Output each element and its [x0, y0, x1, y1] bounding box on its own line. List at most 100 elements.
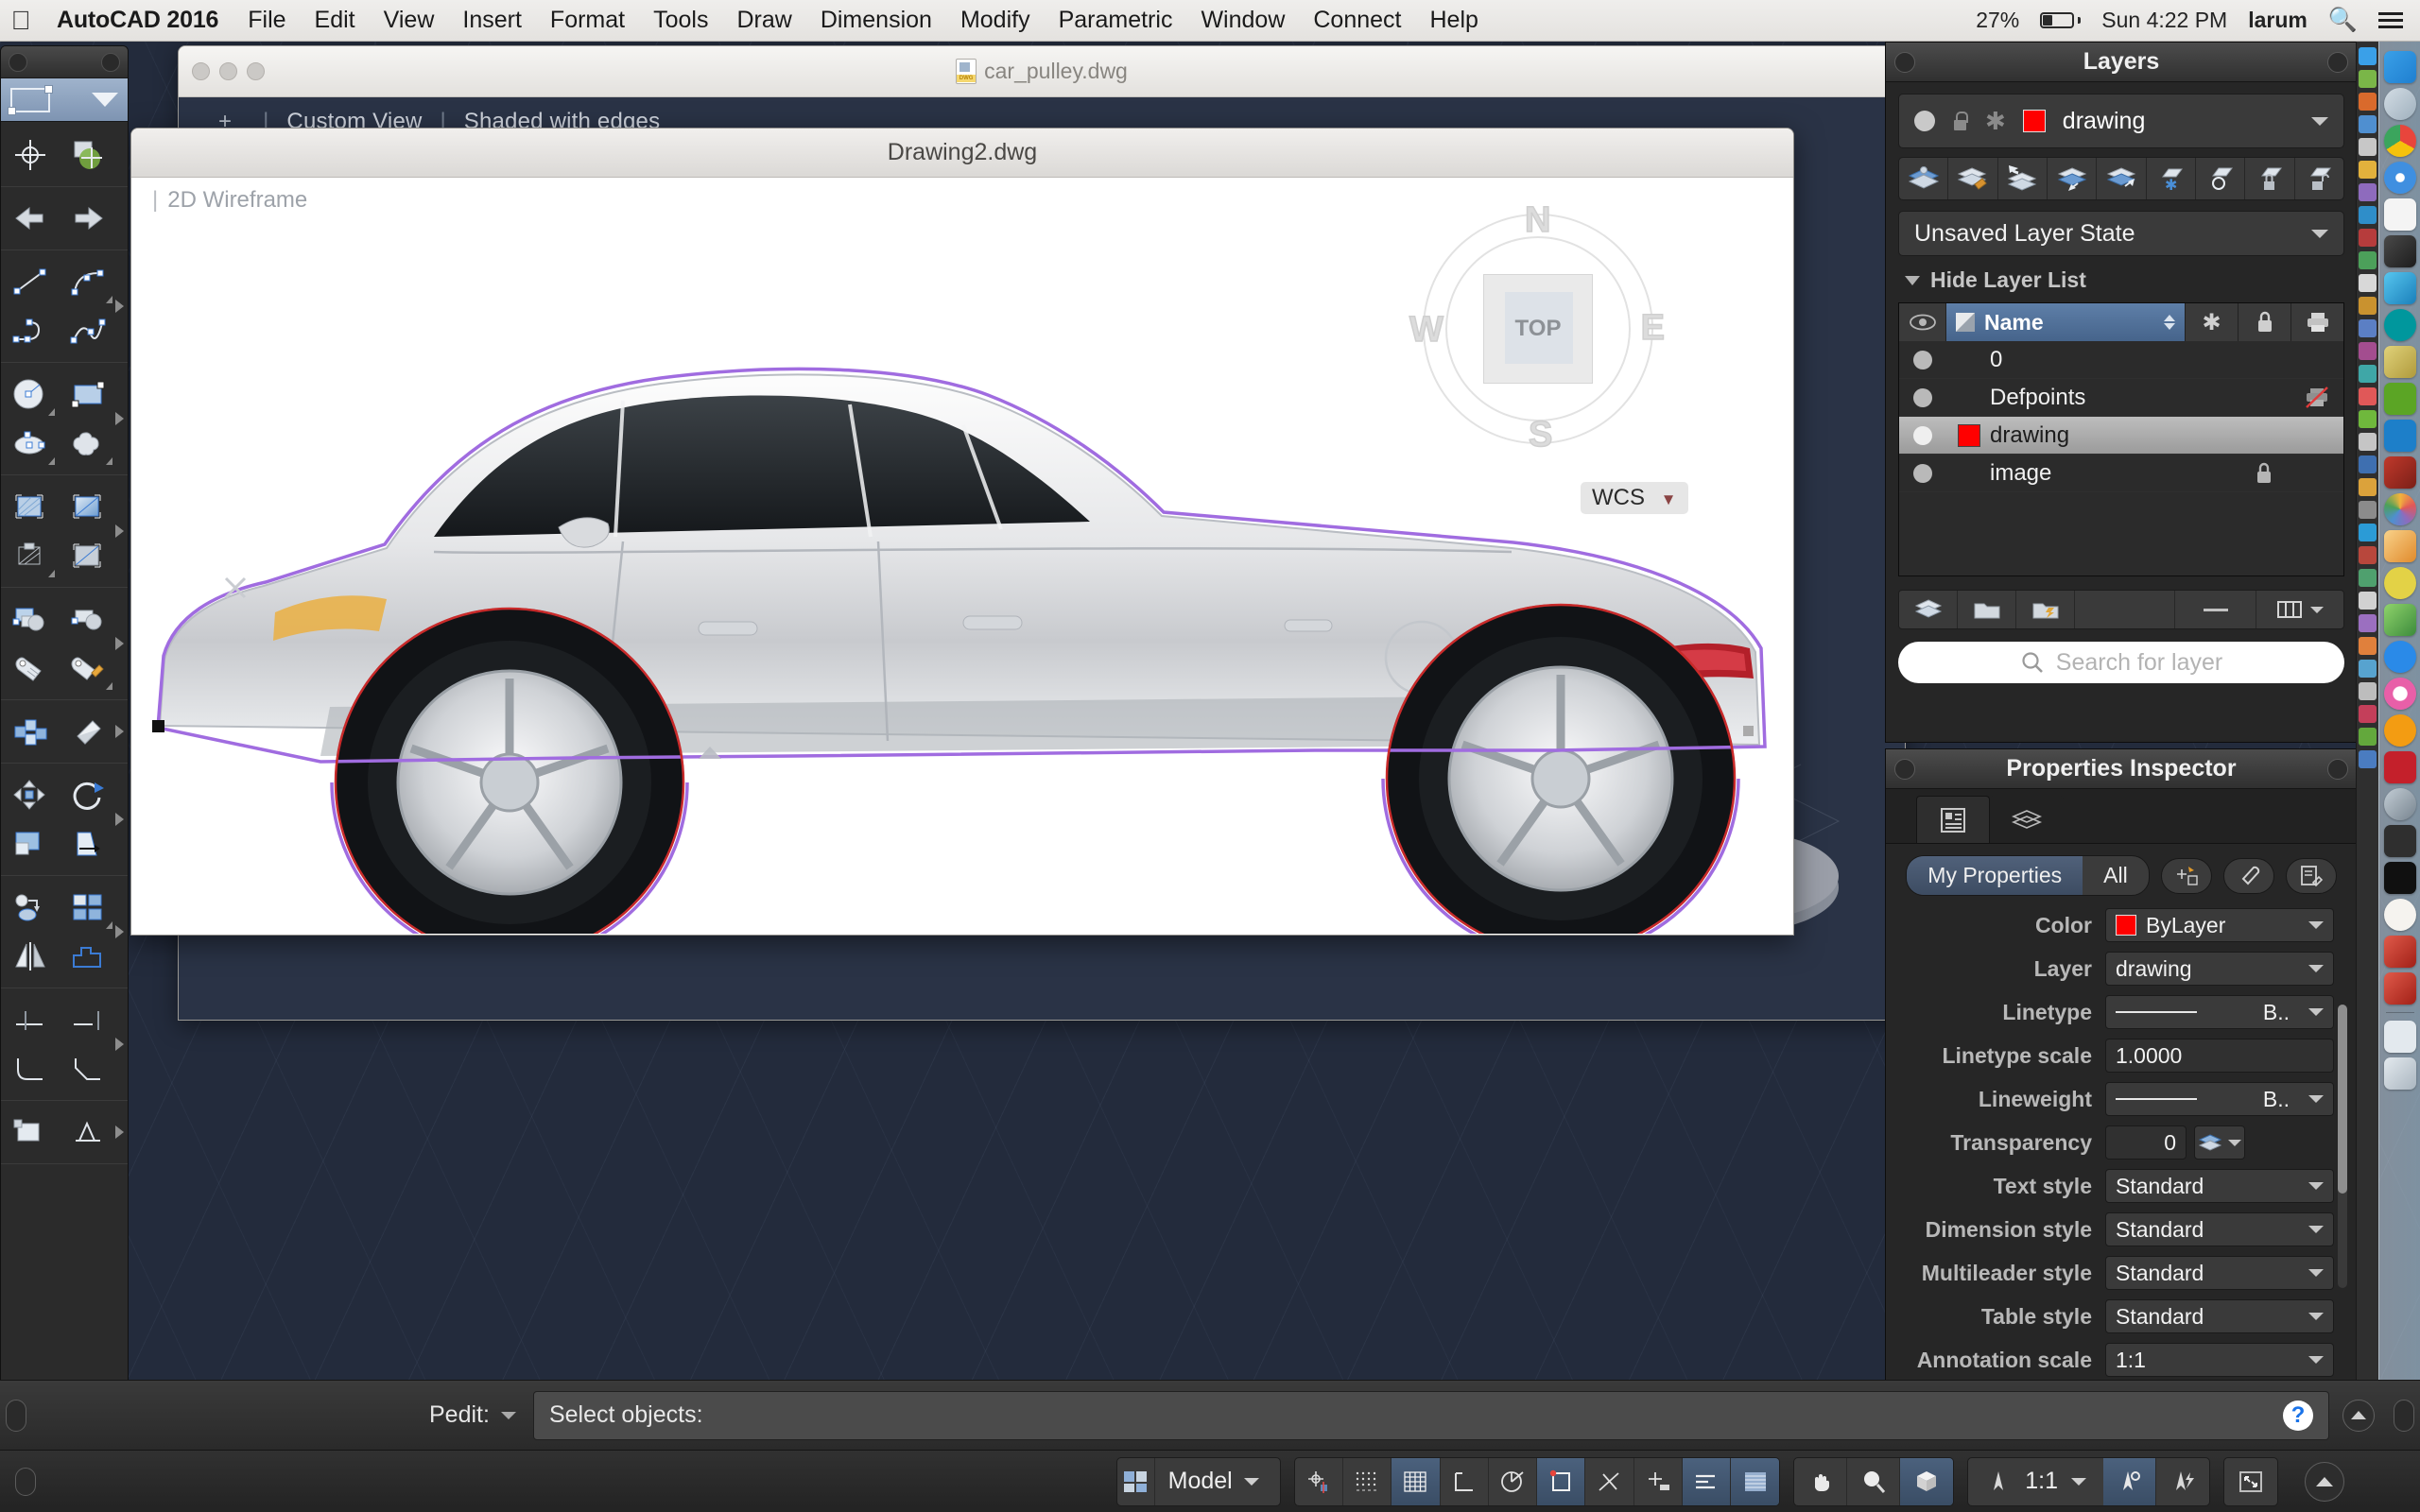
drawing-visual-style-label[interactable]: | 2D Wireframe	[152, 187, 307, 214]
new-layer-button[interactable]	[1899, 591, 1958, 628]
properties-close-icon[interactable]	[1894, 759, 1915, 780]
annotation-scale-group[interactable]: 1:1	[1967, 1456, 2210, 1506]
undo-tool[interactable]	[1, 194, 59, 243]
acrobat-icon[interactable]	[2383, 936, 2416, 968]
user-name[interactable]: larum	[2248, 8, 2308, 33]
hide-layer-list-toggle[interactable]: Hide Layer List	[1905, 267, 2357, 293]
annotation-scale-dropdown[interactable]: 1:1	[2105, 1343, 2334, 1377]
quick-select-icon[interactable]	[2160, 857, 2212, 894]
lock-icon[interactable]	[1952, 112, 1968, 130]
layers-collapse-icon[interactable]	[2327, 52, 2348, 73]
erase-tool[interactable]	[59, 707, 116, 756]
menu-item-tools[interactable]: Tools	[639, 7, 722, 34]
osnap-tracking-icon[interactable]	[1585, 1457, 1634, 1505]
status-bar-right[interactable]: 1:1	[1793, 1456, 2420, 1506]
launchpad-icon[interactable]	[2383, 88, 2416, 120]
compass-south-label[interactable]: S	[1528, 414, 1553, 455]
spline-tool[interactable]	[59, 306, 116, 355]
palette-icon-31[interactable]	[2359, 728, 2377, 746]
menu-item-view[interactable]: View	[370, 7, 449, 34]
layers-palette[interactable]: Layers ✱ drawing ✱ Unsaved Layer State H…	[1885, 42, 2358, 743]
palette-icon-6[interactable]	[2359, 161, 2377, 179]
palette-icon-7[interactable]	[2359, 183, 2377, 201]
chevron-down-icon[interactable]	[2308, 1182, 2324, 1190]
palette-icon-13[interactable]	[2359, 319, 2377, 337]
palette-close-icon[interactable]	[9, 53, 27, 72]
finder-icon[interactable]	[2383, 51, 2416, 83]
properties-tab-bar[interactable]	[1886, 789, 2357, 844]
chevron-down-icon[interactable]	[2308, 1269, 2324, 1277]
layer-table-body[interactable]: 0 Defpoints drawing image	[1899, 341, 2343, 576]
extend-tool[interactable]	[59, 995, 116, 1044]
menu-item-help[interactable]: Help	[1416, 7, 1493, 34]
safari-icon[interactable]	[2383, 162, 2416, 194]
menu-item-insert[interactable]: Insert	[448, 7, 536, 34]
sketchup-icon[interactable]	[2383, 272, 2416, 304]
menu-item-window[interactable]: Window	[1186, 7, 1299, 34]
freeze-layer-button[interactable]: ✱	[2147, 158, 2196, 199]
drawing-canvas[interactable]: | 2D Wireframe TOP N S E W	[131, 178, 1793, 935]
background-window-titlebar[interactable]: car_pulley.dwg	[179, 46, 1905, 97]
property-row-color[interactable]: Color ByLayer	[1886, 903, 2357, 947]
group-flyout-icon[interactable]	[115, 300, 124, 313]
palette-icon-19[interactable]	[2359, 455, 2377, 473]
stretch-tool[interactable]	[59, 819, 116, 868]
model-space-icon[interactable]	[1117, 1457, 1155, 1505]
fullscreen-icon[interactable]	[2224, 1458, 2277, 1505]
redo-tool[interactable]	[59, 194, 116, 243]
palette-icon-22[interactable]	[2359, 524, 2377, 541]
group-flyout-icon[interactable]	[115, 813, 124, 826]
table-row[interactable]: drawing	[1899, 417, 2343, 455]
menu-item-parametric[interactable]: Parametric	[1045, 7, 1187, 34]
layers-palette-titlebar[interactable]: Layers	[1886, 43, 2357, 82]
chevron-down-icon[interactable]	[2308, 1356, 2324, 1364]
lineweight-dropdown[interactable]: B..	[2105, 1082, 2334, 1116]
row-visibility-toggle[interactable]	[1899, 350, 1946, 369]
drafting-toggles-group[interactable]	[1293, 1456, 1781, 1506]
chevron-down-icon[interactable]	[2308, 921, 2324, 929]
palette-icon-5[interactable]	[2359, 138, 2377, 156]
layer-match-button[interactable]	[1948, 158, 1998, 199]
rotate-tool[interactable]	[59, 770, 116, 819]
polar-tracking-icon[interactable]	[1489, 1457, 1538, 1505]
arduino-icon[interactable]	[2383, 309, 2416, 341]
solid-fill-tool[interactable]	[59, 531, 116, 580]
calculator-icon[interactable]	[2383, 825, 2416, 857]
compass-north-label[interactable]: N	[1524, 199, 1551, 241]
polyline-tool[interactable]	[1, 306, 59, 355]
object-snap-icon[interactable]	[1537, 1457, 1586, 1505]
grid-mode-icon[interactable]	[1392, 1457, 1441, 1505]
palette-icon-21[interactable]	[2359, 501, 2377, 519]
chevron-up-icon[interactable]	[2342, 1399, 2375, 1432]
layer-table-header[interactable]: Name ✱	[1899, 303, 2343, 341]
lock-layer-button[interactable]	[2245, 158, 2295, 199]
palette-icon-20[interactable]	[2359, 478, 2377, 496]
filter-all[interactable]: All	[2083, 856, 2149, 895]
row-name-cell[interactable]: Defpoints	[1946, 385, 2185, 411]
snowflake-icon[interactable]: ✱	[1985, 109, 2006, 133]
palette-icon-2[interactable]	[2359, 70, 2377, 88]
viewcube-top-face[interactable]: TOP	[1483, 274, 1593, 384]
group-flyout-icon[interactable]	[115, 1125, 124, 1139]
linetype-dropdown[interactable]: B..	[2105, 995, 2334, 1029]
annotation-autoscale-icon[interactable]	[2156, 1458, 2209, 1505]
palette-icon-10[interactable]	[2359, 251, 2377, 269]
dynamic-input-icon[interactable]	[1682, 1457, 1732, 1505]
menu-item-format[interactable]: Format	[536, 7, 639, 34]
group-flyout-icon[interactable]	[115, 725, 124, 738]
chevron-down-icon[interactable]	[2311, 229, 2328, 238]
photoshop-icon[interactable]	[2383, 420, 2416, 452]
line-tool[interactable]	[1, 257, 59, 306]
chevron-down-icon[interactable]	[92, 93, 118, 107]
appstore-icon[interactable]	[2383, 641, 2416, 673]
hatch-tool[interactable]	[1, 482, 59, 531]
row-visibility-toggle[interactable]	[1899, 463, 1946, 483]
group-flyout-icon[interactable]	[115, 524, 124, 538]
matlab-icon[interactable]	[2383, 567, 2416, 599]
properties-filter-row[interactable]: My Properties All	[1886, 844, 2357, 903]
array-tool[interactable]	[59, 883, 116, 932]
boundary-tool[interactable]	[1, 531, 59, 580]
color-dropdown[interactable]: ByLayer	[2105, 908, 2334, 942]
drawing-window-titlebar[interactable]: Drawing2.dwg	[131, 129, 1793, 178]
apple-menu-icon[interactable]: 	[0, 7, 42, 33]
